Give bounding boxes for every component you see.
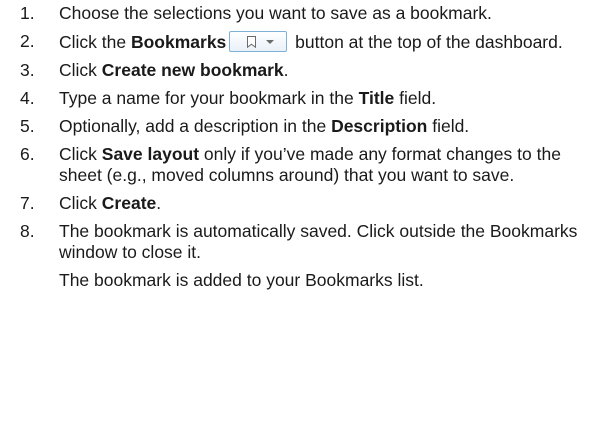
bookmark-icon — [247, 36, 257, 48]
step-text-before: Click — [59, 193, 102, 213]
instructions-document: 1. Choose the selections you want to save… — [0, 3, 592, 291]
step-number: 5. — [20, 116, 35, 136]
step-text-before: Optionally, add a description in the — [59, 116, 332, 136]
step-number: 4. — [20, 88, 35, 108]
step-number: 2. — [20, 31, 35, 51]
step-text-before: Click — [59, 144, 102, 164]
step-number: 3. — [20, 60, 35, 80]
create-term: Create — [101, 193, 157, 213]
step-2: 2. Click the Bookmarks button at the top … — [0, 31, 592, 53]
step-text-after: button at the top of the dashboard. — [290, 32, 563, 52]
step-text-before: Click the — [59, 32, 131, 52]
step-8: 8. The bookmark is automatically saved. C… — [0, 221, 592, 263]
step-7: 7. Click Create. — [0, 193, 592, 214]
bookmarks-button[interactable] — [229, 31, 288, 52]
description-term: Description — [331, 116, 428, 136]
step-text-after: . — [156, 193, 162, 213]
step-text-after: . — [283, 60, 289, 80]
step-6: 6. Click Save layout only if you’ve made … — [0, 144, 592, 186]
step-text-after: field. — [427, 116, 470, 136]
step-3: 3. Click Create new bookmark. — [0, 60, 592, 81]
chevron-down-icon — [266, 40, 275, 44]
create-new-bookmark-term: Create new bookmark — [101, 60, 284, 80]
step-number: 1. — [20, 3, 35, 23]
title-term: Title — [358, 88, 395, 108]
step-text-after: field. — [394, 88, 437, 108]
step-number: 6. — [20, 144, 35, 164]
step-4: 4. Type a name for your bookmark in the T… — [0, 88, 592, 109]
step-5: 5. Optionally, add a description in the D… — [0, 116, 592, 137]
step-number: 8. — [20, 221, 35, 241]
step-text: Choose the selections you want to save a… — [59, 3, 492, 23]
step-text-before: Click — [59, 60, 102, 80]
save-layout-term: Save layout — [101, 144, 200, 164]
bookmarks-term: Bookmarks — [130, 32, 227, 52]
step-number: 7. — [20, 193, 35, 213]
step-text: The bookmark is automatically saved. Cli… — [59, 221, 578, 262]
step-1: 1. Choose the selections you want to save… — [0, 3, 592, 24]
result-note: The bookmark is added to your Bookmarks … — [59, 270, 424, 290]
step-text-before: Type a name for your bookmark in the — [59, 88, 359, 108]
